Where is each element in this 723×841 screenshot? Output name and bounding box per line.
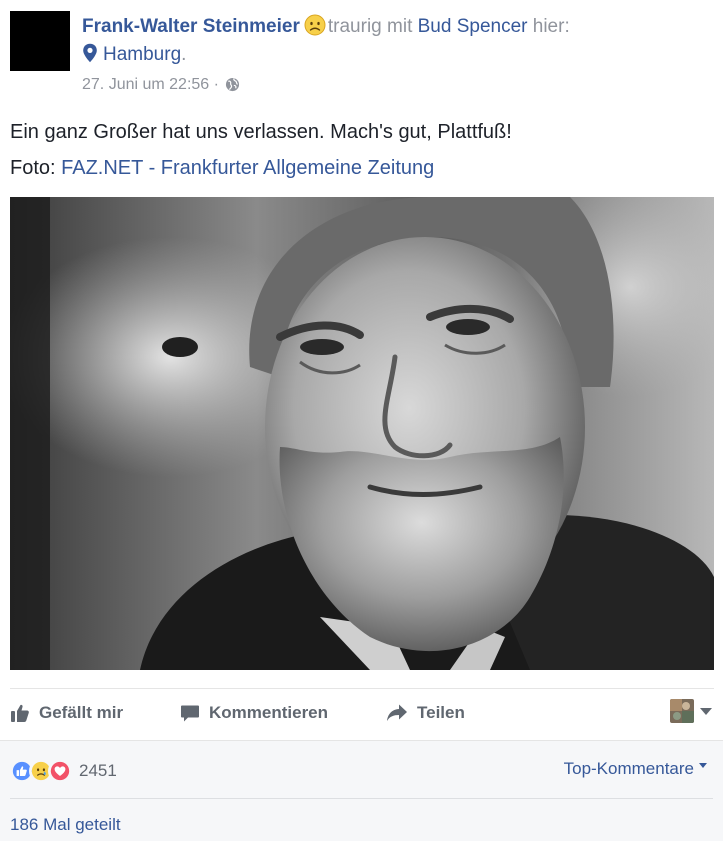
author-avatar[interactable] bbox=[10, 11, 70, 71]
reaction-count: 2451 bbox=[79, 761, 117, 780]
portrait-photo bbox=[10, 197, 714, 670]
reactions-footer: 2451 Top-Kommentare 186 Mal geteilt bbox=[0, 740, 723, 841]
footer-divider bbox=[10, 798, 713, 799]
credit-prefix: Foto: bbox=[10, 157, 56, 179]
post-meta: 27. Juni um 22:56 · bbox=[82, 74, 240, 96]
love-icon bbox=[48, 759, 72, 783]
share-label: Teilen bbox=[417, 703, 465, 722]
comment-label: Kommentieren bbox=[209, 703, 329, 722]
top-comments-dropdown[interactable]: Top-Kommentare bbox=[564, 759, 707, 779]
post-text: Ein ganz Großer hat uns verlassen. Mach'… bbox=[10, 121, 512, 143]
comment-bubble-icon bbox=[181, 705, 199, 722]
reactions-summary[interactable]: 2451 bbox=[10, 758, 117, 784]
chevron-down-icon bbox=[699, 763, 707, 768]
globe-icon[interactable] bbox=[225, 77, 240, 92]
timestamp-link[interactable]: 27. Juni um 22:56 bbox=[82, 76, 209, 93]
post-header: Frank-Walter Steinmeier traurig mit Bud … bbox=[82, 13, 712, 41]
tagged-person-link[interactable]: Bud Spencer bbox=[418, 16, 528, 37]
post-photo[interactable] bbox=[10, 197, 714, 670]
author-name[interactable]: Frank-Walter Steinmeier bbox=[82, 16, 300, 37]
thumbs-up-icon bbox=[11, 704, 29, 722]
feeling-text: traurig bbox=[327, 16, 382, 37]
top-comments-label: Top-Kommentare bbox=[563, 759, 694, 778]
location-pin-icon bbox=[83, 43, 97, 63]
location-line: Hamburg. bbox=[82, 41, 186, 69]
share-button[interactable]: Teilen bbox=[386, 697, 465, 729]
shares-count-link[interactable]: 186 Mal geteilt bbox=[10, 815, 121, 835]
location-suffix: . bbox=[181, 44, 187, 65]
share-arrow-icon bbox=[387, 704, 407, 721]
facebook-post: Frank-Walter Steinmeier traurig mit Bud … bbox=[0, 0, 723, 841]
meta-separator: · bbox=[213, 76, 219, 93]
with-word: mit bbox=[387, 16, 413, 37]
comment-button[interactable]: Kommentieren bbox=[180, 697, 328, 729]
like-label: Gefällt mir bbox=[39, 703, 124, 722]
here-word: hier: bbox=[532, 16, 570, 37]
chevron-down-icon bbox=[700, 707, 712, 715]
page-thumbnail bbox=[670, 699, 694, 723]
action-divider bbox=[10, 688, 714, 689]
credit-link[interactable]: FAZ.NET - Frankfurter Allgemeine Zeitung bbox=[61, 157, 434, 179]
action-bar: Gefällt mir Kommentieren Teilen bbox=[10, 697, 714, 729]
page-switcher[interactable] bbox=[670, 697, 712, 725]
like-button[interactable]: Gefällt mir bbox=[10, 697, 123, 729]
location-link[interactable]: Hamburg bbox=[103, 44, 181, 65]
photo-credit: Foto: FAZ.NET - Frankfurter Allgemeine Z… bbox=[10, 154, 710, 182]
sad-face-icon bbox=[304, 14, 326, 36]
